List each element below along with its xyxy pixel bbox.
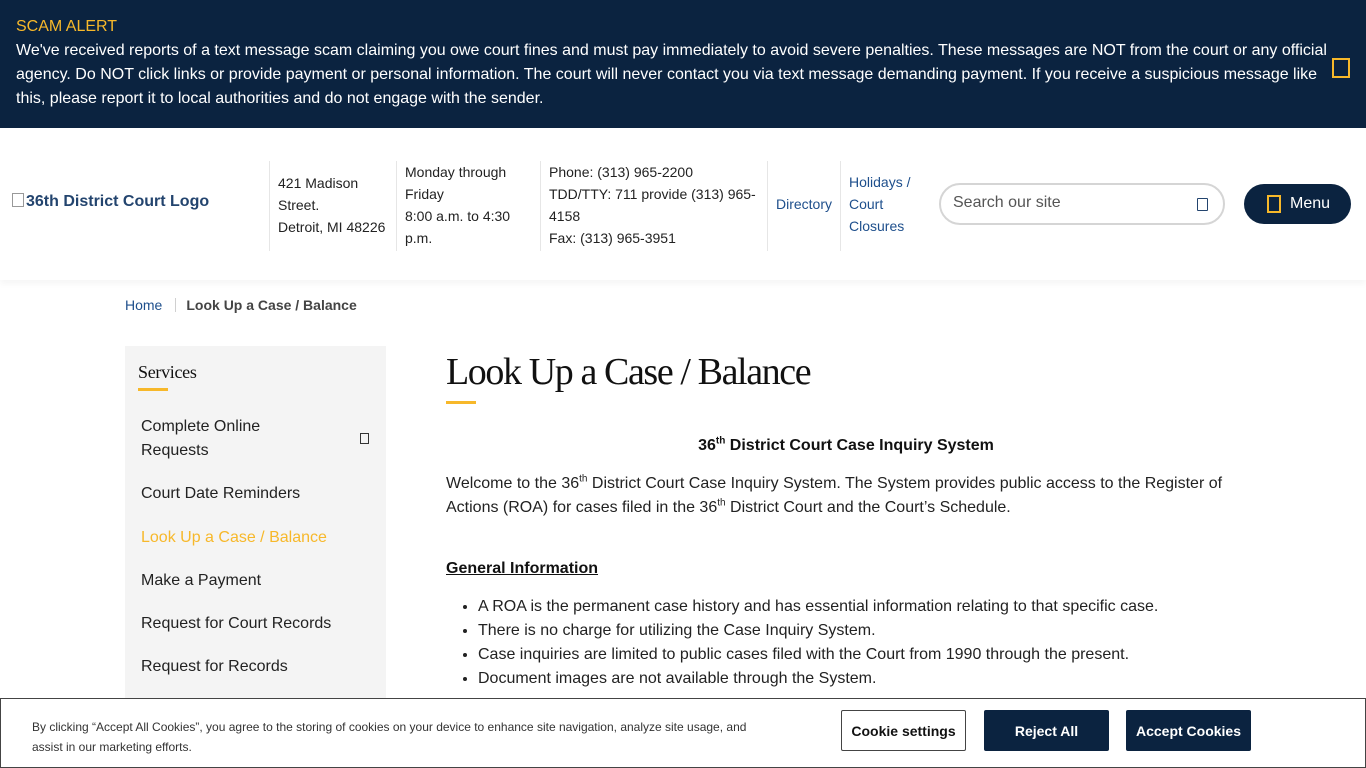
alert-title: SCAM ALERT [16, 18, 118, 35]
search-box [939, 183, 1225, 225]
sidebar-item-request-records[interactable]: Request for Records [125, 655, 386, 679]
list-item: A ROA is the permanent case history and … [478, 595, 1246, 619]
logo-alt-text: 36th District Court Logo [26, 193, 210, 210]
fax-number: Fax: (313) 965-3951 [549, 230, 676, 246]
breadcrumb-home[interactable]: Home [125, 297, 162, 313]
reject-all-button[interactable]: Reject All [984, 710, 1109, 751]
list-item: Document images are not available throug… [478, 667, 1246, 691]
court-logo[interactable]: 36th District Court Logo [12, 193, 209, 211]
header-hours: Monday through Friday 8:00 a.m. to 4:30 … [396, 161, 541, 251]
search-icon[interactable] [1197, 198, 1208, 211]
title-underline [446, 401, 476, 404]
phone-number[interactable]: Phone: (313) 965-2200 [549, 161, 768, 183]
directory-link[interactable]: Directory [767, 161, 841, 251]
site-header: 36th District Court Logo 421 Madison Str… [0, 128, 1366, 280]
main-content: Look Up a Case / Balance 36th District C… [446, 346, 1246, 691]
services-sidebar: Services Complete Online Requests Court … [125, 346, 386, 706]
address-line-1: 421 Madison Street. [278, 175, 359, 213]
hours-days: Monday through Friday [405, 164, 507, 202]
general-information-list: A ROA is the permanent case history and … [446, 595, 1246, 691]
menu-icon [1267, 195, 1281, 213]
hours-time: 8:00 a.m. to 4:30 p.m. [405, 208, 511, 246]
search-input[interactable] [953, 194, 1183, 212]
sidebar-item-court-date-reminders[interactable]: Court Date Reminders [125, 482, 386, 506]
page-title: Look Up a Case / Balance [446, 351, 812, 393]
breadcrumb-current: Look Up a Case / Balance [186, 297, 357, 313]
sidebar-item-request-court-records[interactable]: Request for Court Records [125, 612, 386, 636]
cookie-text: By clicking “Accept All Cookies”, you ag… [32, 720, 747, 754]
tdd-number[interactable]: TDD/TTY: 711 provide (313) 965-4158 [549, 183, 768, 227]
menu-button[interactable]: Menu [1244, 184, 1351, 224]
list-item: There is no charge for utilizing the Cas… [478, 619, 1246, 643]
broken-image-icon [12, 193, 24, 207]
expand-icon[interactable] [360, 433, 369, 444]
breadcrumb-separator [175, 298, 177, 312]
scam-alert-banner: SCAM ALERT We've received reports of a t… [0, 0, 1366, 128]
sidebar-title-underline [138, 388, 168, 391]
address-line-2: Detroit, MI 48226 [278, 219, 386, 235]
cookie-banner: By clicking “Accept All Cookies”, you ag… [0, 698, 1366, 768]
holidays-link[interactable]: Holidays / Court Closures [840, 161, 925, 251]
intro-paragraph: Welcome to the 36th District Court Case … [446, 473, 1223, 516]
alert-close-icon[interactable] [1332, 58, 1350, 78]
sidebar-item-complete-online-requests[interactable]: Complete Online Requests [125, 415, 369, 463]
sidebar-item-make-payment[interactable]: Make a Payment [125, 569, 386, 593]
alert-message: We've received reports of a text message… [16, 42, 1327, 107]
header-address: 421 Madison Street. Detroit, MI 48226 [269, 161, 397, 251]
sidebar-nav: Complete Online Requests Court Date Remi… [125, 415, 386, 679]
accept-cookies-button[interactable]: Accept Cookies [1126, 710, 1251, 751]
breadcrumb: Home Look Up a Case / Balance [125, 297, 357, 313]
sidebar-item-label: Complete Online Requests [141, 418, 261, 459]
sidebar-item-look-up-case[interactable]: Look Up a Case / Balance [125, 526, 386, 550]
list-item: Case inquiries are limited to public cas… [478, 643, 1246, 667]
sidebar-title: Services [138, 362, 197, 382]
menu-label: Menu [1290, 195, 1331, 212]
header-phone: Phone: (313) 965-2200 TDD/TTY: 711 provi… [540, 161, 768, 251]
general-information-heading: General Information [446, 560, 599, 577]
system-subtitle: 36th District Court Case Inquiry System [698, 435, 994, 454]
cookie-settings-button[interactable]: Cookie settings [841, 710, 966, 751]
